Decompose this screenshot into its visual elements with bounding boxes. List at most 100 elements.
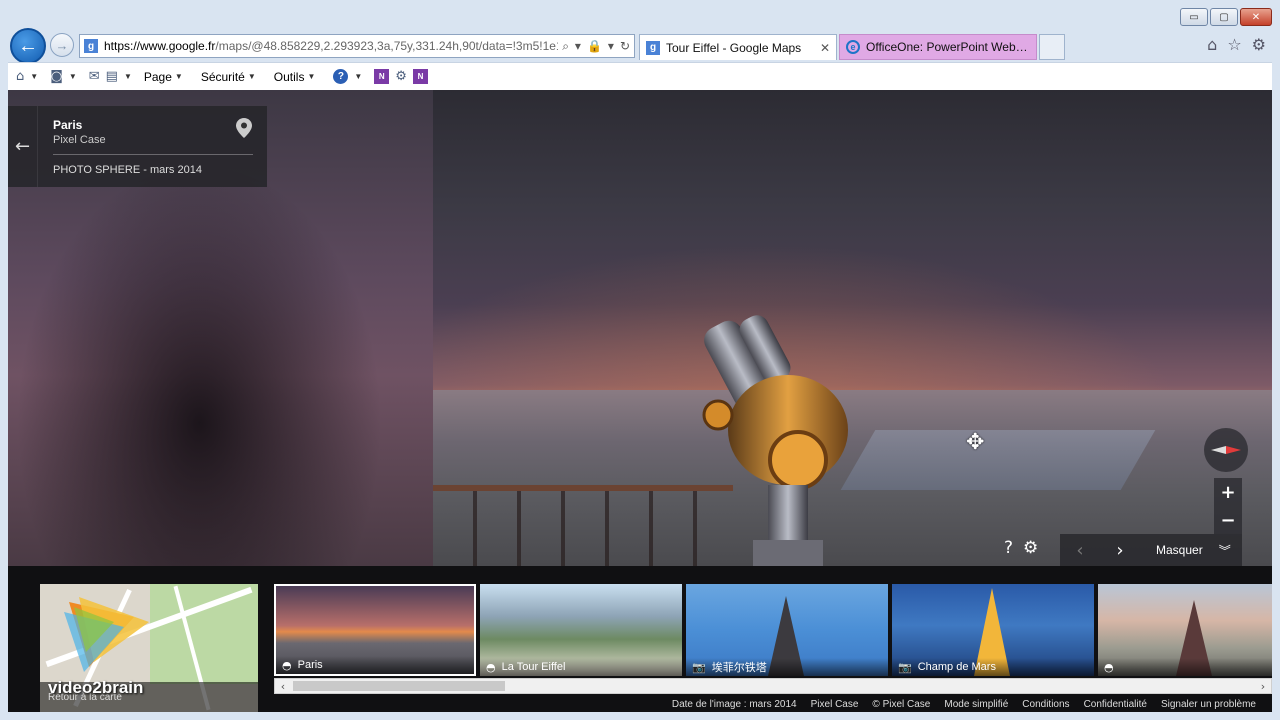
scroll-thumb[interactable] [293, 681, 505, 691]
footer-author-link[interactable]: Pixel Case [811, 699, 859, 710]
map-pin-icon[interactable] [236, 118, 252, 138]
thumbnail-scrollbar[interactable]: ‹ › [274, 678, 1272, 694]
chevron-down-icon[interactable]: ▼ [124, 72, 132, 81]
arrow-left-icon: ← [18, 34, 38, 57]
close-window-button[interactable]: ✕ [1240, 8, 1272, 26]
zoom-in-button[interactable]: + [1214, 478, 1242, 506]
forward-button[interactable]: → [50, 33, 74, 57]
print-icon[interactable]: ▤ [106, 69, 118, 84]
gear-icon[interactable]: ⚙ [395, 69, 407, 84]
google-favicon-icon: g [646, 40, 660, 55]
onenote-icon[interactable]: N [374, 69, 390, 84]
railing [433, 485, 733, 566]
google-favicon-icon: g [84, 39, 98, 53]
onenote-linked-icon[interactable]: N [412, 69, 428, 84]
thumbnail-label: La Tour Eiffel [501, 661, 566, 673]
tab-officeone[interactable]: e OfficeOne: PowerPoint Web B... [839, 34, 1037, 60]
chevron-down-icon[interactable]: ▼ [30, 72, 38, 81]
simplified-mode-link[interactable]: Mode simplifié [944, 699, 1008, 710]
window-caption-buttons: ▭ ▢ ✕ [1180, 8, 1272, 26]
lock-icon[interactable]: 🔒 [587, 39, 602, 54]
page-menu-label: Page [143, 69, 172, 84]
refresh-icon[interactable]: ↻ [620, 39, 630, 54]
photo-strip: Retour à la carte video2brain ◓ Paris ◓ La… [8, 566, 1272, 712]
photosphere-icon: ◓ [1104, 660, 1114, 674]
chevron-down-icon: ▼ [174, 72, 183, 81]
home-icon[interactable]: ⌂ [16, 69, 24, 84]
privacy-link[interactable]: Confidentialité [1084, 699, 1147, 710]
video2brain-logo-icon [64, 597, 149, 672]
chevron-down-icon[interactable]: ▼ [69, 72, 77, 81]
street-view-panorama[interactable]: ✥ ← Paris Pixel Case PHOTO SPHERE - mars… [8, 90, 1272, 566]
thumbnail-label: 埃菲尔铁塔 [711, 662, 767, 674]
home-icon[interactable]: ⌂ [1207, 35, 1217, 54]
minimize-button[interactable]: ▭ [1180, 8, 1208, 26]
place-title: Paris [53, 118, 83, 132]
photo-thumbnails: ◓ Paris ◓ La Tour Eiffel 📷 埃菲尔铁塔 📷 Champ de … [274, 584, 1272, 676]
favorites-star-icon[interactable]: ☆ [1227, 35, 1241, 54]
telescope-image [702, 315, 848, 566]
video2brain-logo-text: video2brain [48, 678, 144, 697]
photo-type-date: PHOTO SPHERE - mars 2014 [53, 164, 202, 176]
camera-icon: 📷 [898, 660, 912, 674]
scroll-right-button[interactable]: › [1255, 679, 1271, 693]
tools-menu-label: Outils [273, 69, 305, 84]
url-input[interactable]: https://www.google.fr/maps/@48.858229,2.… [104, 39, 558, 53]
chevron-down-icon[interactable]: ▼ [354, 72, 362, 81]
page-menu[interactable]: Page ▼ [144, 70, 189, 84]
report-problem-link[interactable]: Signaler un problème [1161, 699, 1256, 710]
gear-icon[interactable]: ⚙ [1252, 35, 1266, 54]
zoom-out-button[interactable]: − [1214, 506, 1242, 534]
browser-window: ▭ ▢ ✕ ← → g https://www.google.fr/maps/@… [0, 0, 1280, 720]
chevron-down-icon[interactable]: ︾ [1219, 542, 1231, 559]
url-path: /maps/@48.858229,2.293923,3a,75y,331.24h… [215, 39, 559, 53]
scroll-left-button[interactable]: ‹ [275, 679, 291, 693]
rss-feed-icon[interactable]: ◙ [50, 69, 63, 84]
thumbnail-paris[interactable]: ◓ Paris [274, 584, 476, 676]
new-tab-button[interactable] [1039, 34, 1065, 60]
arrow-right-icon: → [55, 37, 69, 53]
thumbnail-eiffel-dusk[interactable]: ◓ [1098, 584, 1272, 676]
command-bar: ⌂ ▼ ◙ ▼ ✉ ▤ ▼ Page ▼ Sécurité ▼ Outils ▼ ? ▼ N … [8, 62, 1272, 90]
tab-label: Tour Eiffel - Google Maps [666, 40, 802, 55]
thumbnail-label: Paris [297, 659, 323, 671]
compass-control[interactable] [1204, 428, 1248, 472]
tab-label: OfficeOne: PowerPoint Web B... [866, 40, 1030, 54]
address-bar[interactable]: g https://www.google.fr/maps/@48.858229,… [79, 34, 635, 58]
arrow-left-icon: ← [14, 136, 31, 157]
back-to-map-button[interactable]: ← [8, 106, 38, 187]
security-menu-label: Sécurité [200, 69, 245, 84]
help-icon[interactable]: ? [1004, 538, 1013, 558]
gear-icon[interactable]: ⚙ [1023, 538, 1038, 558]
thumbnail-eiffel-chinese[interactable]: 📷 埃菲尔铁塔 [686, 584, 888, 676]
help-icon[interactable]: ? [333, 69, 349, 84]
image-date: Date de l'image : mars 2014 [671, 699, 797, 710]
security-menu[interactable]: Sécurité ▼ [201, 70, 262, 84]
mail-icon[interactable]: ✉ [89, 69, 100, 84]
dropdown-icon[interactable]: ▾ [608, 39, 614, 54]
maximize-button[interactable]: ▢ [1210, 8, 1238, 26]
location-info-card: ← Paris Pixel Case PHOTO SPHERE - mars 2… [8, 106, 267, 187]
footer-copyright: © Pixel Case [872, 699, 931, 710]
previous-photo-button[interactable]: ‹ [1060, 540, 1100, 561]
tab-tour-eiffel[interactable]: g Tour Eiffel - Google Maps ✕ [639, 34, 837, 60]
photo-strip-toggle-bar: ‹ › Masquer ︾ [1060, 534, 1242, 566]
tools-menu[interactable]: Outils ▼ [274, 70, 322, 84]
dropdown-icon[interactable]: ▾ [575, 39, 581, 54]
chevron-down-icon: ▼ [307, 72, 316, 81]
next-photo-button[interactable]: › [1100, 540, 1140, 561]
place-author[interactable]: Pixel Case [53, 134, 106, 146]
photosphere-icon: ◓ [282, 658, 292, 672]
thumbnail-la-tour-eiffel[interactable]: ◓ La Tour Eiffel [480, 584, 682, 676]
thumbnail-champ-de-mars[interactable]: 📷 Champ de Mars [892, 584, 1094, 676]
close-icon[interactable]: ✕ [820, 41, 830, 55]
photosphere-icon: ◓ [486, 660, 496, 674]
map-park-area [150, 584, 258, 684]
back-button[interactable]: ← [10, 28, 46, 64]
terms-link[interactable]: Conditions [1022, 699, 1069, 710]
hide-button[interactable]: Masquer [1156, 543, 1203, 557]
mini-map[interactable]: Retour à la carte video2brain [40, 584, 258, 712]
ie-favicon-icon: e [846, 40, 860, 54]
chevron-down-icon: ▼ [247, 72, 256, 81]
search-icon[interactable]: ⌕ [562, 39, 569, 54]
